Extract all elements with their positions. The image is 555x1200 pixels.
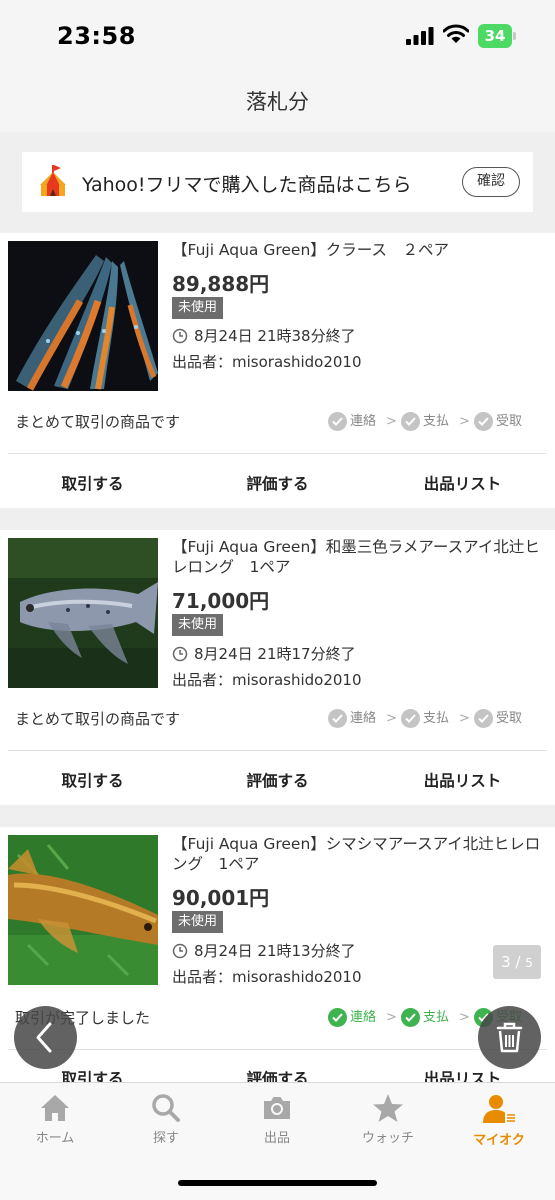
divider — [8, 1049, 547, 1050]
step-payment: 支払 — [401, 412, 449, 432]
flima-banner[interactable]: Yahoo!フリマで購入した商品はこちら 確認 — [22, 152, 533, 212]
signal-icon — [406, 27, 434, 45]
fish-photo-image — [8, 241, 158, 391]
status-time: 23:58 — [57, 22, 136, 50]
chevron-right-icon: > — [459, 414, 470, 429]
banner-text: Yahoo!フリマで購入した商品はこちら — [82, 174, 412, 196]
condition-badge: 未使用 — [172, 614, 224, 636]
item-price: 90,001円 — [172, 886, 270, 910]
tab-label: ウォッチ — [361, 1131, 414, 1146]
divider — [8, 750, 547, 751]
page-indicator: 3 / 5 — [493, 945, 541, 979]
end-time-text: 8月24日 21時38分終了 — [194, 327, 356, 345]
step-contact: 連絡 — [328, 412, 376, 432]
end-time: 8月24日 21時17分終了 — [172, 644, 356, 664]
check-icon — [401, 709, 420, 728]
tab-label: ホーム — [35, 1131, 75, 1146]
tab-my-auction[interactable]: マイオク — [449, 1093, 549, 1153]
tab-search[interactable]: 探す — [116, 1093, 216, 1153]
chevron-right-icon: > — [386, 1010, 397, 1025]
item-note: まとめて取引の商品です — [15, 413, 181, 431]
step-contact: 連絡 — [328, 709, 376, 729]
item-price: 71,000円 — [172, 589, 270, 613]
home-indicator — [178, 1180, 377, 1186]
seller-listings-button[interactable]: 出品リスト — [370, 472, 555, 494]
page-title: 落札分 — [246, 90, 309, 114]
page-current: 3 — [501, 953, 511, 971]
seller[interactable]: 出品者：misorashido2010 — [172, 351, 362, 372]
end-time: 8月24日 21時13分終了 — [172, 941, 356, 961]
check-icon — [474, 412, 493, 431]
tab-label: 出品 — [263, 1131, 290, 1146]
item-note: まとめて取引の商品です — [15, 710, 181, 728]
step-contact: 連絡 — [328, 1008, 376, 1028]
item-title[interactable]: 【Fuji Aqua Green】シマシマアースアイ北辻ヒレロング 1ペア — [172, 834, 547, 874]
seller[interactable]: 出品者：misorashido2010 — [172, 966, 362, 987]
rate-button[interactable]: 評価する — [185, 769, 370, 791]
auction-item-card[interactable]: 【Fuji Aqua Green】シマシマアースアイ北辻ヒレロング 1ペア 90… — [0, 827, 555, 1088]
clock-icon — [172, 646, 188, 662]
chevron-right-icon: > — [459, 711, 470, 726]
condition-badge: 未使用 — [172, 911, 224, 933]
end-time-text: 8月24日 21時13分終了 — [194, 942, 356, 960]
check-icon — [401, 1008, 420, 1027]
divider — [8, 453, 547, 454]
tab-watch[interactable]: ウォッチ — [338, 1093, 438, 1153]
delete-button[interactable] — [478, 1006, 541, 1069]
fish-photo-image — [8, 538, 158, 688]
step-receive: 受取 — [474, 412, 522, 432]
fish-photo-image — [8, 835, 158, 985]
seller[interactable]: 出品者：misorashido2010 — [172, 669, 362, 690]
tab-label: 探す — [152, 1131, 179, 1146]
search-icon — [152, 1094, 180, 1122]
trade-button[interactable]: 取引する — [0, 769, 185, 791]
item-title[interactable]: 【Fuji Aqua Green】クラース ２ペア — [172, 240, 547, 260]
page-total: 5 — [525, 956, 533, 970]
item-price: 89,888円 — [172, 272, 270, 296]
tent-icon — [40, 165, 66, 196]
step-payment: 支払 — [401, 1008, 449, 1028]
step-payment: 支払 — [401, 709, 449, 729]
tab-home[interactable]: ホーム — [5, 1093, 105, 1153]
rate-button[interactable]: 評価する — [185, 472, 370, 494]
battery-icon: 34 — [478, 24, 516, 48]
chevron-right-icon: > — [459, 1010, 470, 1025]
user-icon — [483, 1095, 517, 1124]
step-receive: 受取 — [474, 709, 522, 729]
confirm-button[interactable]: 確認 — [462, 167, 520, 197]
end-time: 8月24日 21時38分終了 — [172, 326, 356, 346]
tab-sell[interactable]: 出品 — [227, 1093, 327, 1153]
condition-badge: 未使用 — [172, 297, 224, 319]
item-thumbnail[interactable] — [8, 835, 158, 985]
back-button[interactable] — [14, 1006, 77, 1069]
star-icon — [373, 1094, 403, 1122]
check-icon — [328, 709, 347, 728]
clock-icon — [172, 328, 188, 344]
check-icon — [328, 1008, 347, 1027]
end-time-text: 8月24日 21時17分終了 — [194, 645, 356, 663]
item-thumbnail[interactable] — [8, 241, 158, 391]
check-icon — [401, 412, 420, 431]
chevron-right-icon: > — [386, 414, 397, 429]
battery-level: 34 — [484, 27, 506, 45]
auction-item-card[interactable]: 【Fuji Aqua Green】和墨三色ラメアースアイ北辻ヒレロング 1ペア … — [0, 530, 555, 805]
tab-label: マイオク — [473, 1133, 525, 1148]
wifi-icon — [443, 24, 469, 43]
item-title[interactable]: 【Fuji Aqua Green】和墨三色ラメアースアイ北辻ヒレロング 1ペア — [172, 537, 547, 577]
chevron-left-icon — [36, 1022, 52, 1053]
clock-icon — [172, 943, 188, 959]
trade-button[interactable]: 取引する — [0, 472, 185, 494]
seller-listings-button[interactable]: 出品リスト — [370, 769, 555, 791]
item-thumbnail[interactable] — [8, 538, 158, 688]
check-icon — [328, 412, 347, 431]
status-bar: 23:58 34 — [0, 0, 555, 70]
nav-bar: 落札分 — [0, 70, 555, 132]
auction-item-card[interactable]: 【Fuji Aqua Green】クラース ２ペア 89,888円 未使用 8月… — [0, 233, 555, 508]
check-icon — [474, 709, 493, 728]
camera-icon — [264, 1097, 290, 1119]
trash-icon — [496, 1022, 523, 1053]
home-icon — [41, 1095, 69, 1121]
chevron-right-icon: > — [386, 711, 397, 726]
